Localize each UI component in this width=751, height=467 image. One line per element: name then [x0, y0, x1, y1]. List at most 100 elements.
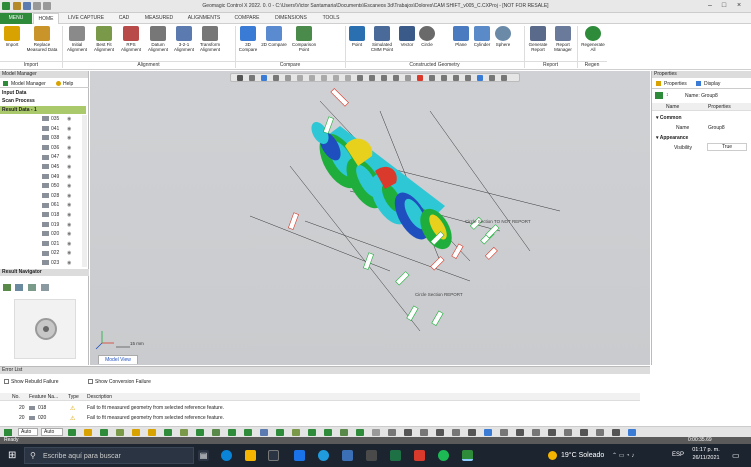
toolbar-tool-icon[interactable]	[340, 429, 348, 436]
model-view-viewport[interactable]: Circle Section TO NOT REPORT Circle Sect…	[90, 71, 650, 365]
comparison-point-button[interactable]: Comparison Point	[289, 26, 319, 52]
visibility-eye-icon[interactable]: ◉	[67, 182, 71, 190]
tree-item[interactable]: 023 ◉	[42, 259, 71, 267]
app-icon[interactable]	[318, 450, 329, 461]
tree-item[interactable]: 035 ◉	[42, 115, 71, 123]
navigator-tool-icon[interactable]	[28, 284, 36, 291]
tab-display[interactable]: Display	[704, 81, 720, 87]
visibility-eye-icon[interactable]: ◉	[67, 134, 71, 142]
toolbar-tool-icon[interactable]	[468, 429, 476, 436]
file-explorer-icon[interactable]	[245, 450, 256, 461]
tab-help[interactable]: Help	[63, 81, 73, 87]
prop-name-value[interactable]: Group8	[708, 125, 725, 131]
filter-dropdown[interactable]: Auto	[41, 428, 63, 436]
toolbar-tool-icon[interactable]	[164, 429, 172, 436]
tab-compare[interactable]: COMPARE	[228, 13, 266, 24]
tree-scrollbar[interactable]	[82, 115, 87, 267]
tab-live-capture[interactable]: LIVE CAPTURE	[62, 13, 110, 24]
toolbar-tool-icon[interactable]	[276, 429, 284, 436]
show-conversion-checkbox[interactable]	[88, 379, 93, 384]
toolbar-tool-icon[interactable]	[484, 429, 492, 436]
visibility-eye-icon[interactable]: ◉	[67, 240, 71, 248]
tray-icons[interactable]: ⌃ ▭ ◔ ♪	[612, 452, 634, 459]
toolbar-tool-icon[interactable]	[292, 429, 300, 436]
toolbar-tool-icon[interactable]	[356, 429, 364, 436]
report-manager-button[interactable]: Report Manager	[551, 26, 575, 52]
maximize-button[interactable]: □	[719, 2, 729, 10]
visibility-eye-icon[interactable]: ◉	[67, 201, 71, 209]
close-button[interactable]: ×	[734, 2, 744, 10]
2d-compare-button[interactable]: 2D Compare	[261, 26, 287, 47]
toolbar-tool-icon[interactable]	[612, 429, 620, 436]
section-input-data[interactable]: Input Data	[2, 90, 26, 96]
tree-item[interactable]: 038 ◉	[42, 134, 71, 142]
app-icon[interactable]	[366, 450, 377, 461]
section-scan-process[interactable]: Scan Process	[2, 98, 35, 104]
toolbar-tool-icon[interactable]	[212, 429, 220, 436]
initial-alignment-button[interactable]: Initial Alignment	[64, 26, 90, 52]
toolbar-tool-icon[interactable]	[260, 429, 268, 436]
toolbar-tool-icon[interactable]	[180, 429, 188, 436]
replace-measured-data-button[interactable]: Replace Measured Data	[24, 26, 60, 52]
tab-menu[interactable]: MENU	[0, 13, 32, 24]
tab-model-manager[interactable]: Model Manager	[11, 81, 46, 87]
tab-alignments[interactable]: ALIGNMENTS	[182, 13, 226, 24]
datum-alignment-button[interactable]: Datum Alignment	[145, 26, 171, 52]
visibility-eye-icon[interactable]: ◉	[67, 230, 71, 238]
toolbar-tool-icon[interactable]	[516, 429, 524, 436]
toolbar-tool-icon[interactable]	[132, 429, 140, 436]
tree-item[interactable]: 050 ◉	[42, 182, 71, 190]
visibility-eye-icon[interactable]: ◉	[67, 249, 71, 257]
notification-icon[interactable]: ▭	[732, 451, 740, 460]
excel-icon[interactable]	[390, 450, 401, 461]
tab-measured[interactable]: MEASURED	[138, 13, 180, 24]
acrobat-icon[interactable]	[414, 450, 425, 461]
taskbar-search[interactable]: ⚲ Escribe aquí para buscar	[24, 447, 194, 464]
cylinder-button[interactable]: Cylinder	[471, 26, 493, 47]
select-mode-icon[interactable]	[4, 429, 12, 436]
toolbar-tool-icon[interactable]	[100, 429, 108, 436]
simulated-cmm-point-button[interactable]: Simulated CMM Point	[368, 26, 396, 52]
toolbar-tool-icon[interactable]	[548, 429, 556, 436]
toolbar-tool-icon[interactable]	[228, 429, 236, 436]
toolbar-tool-icon[interactable]	[436, 429, 444, 436]
plane-button[interactable]: Plane	[452, 26, 470, 47]
tree-item[interactable]: 049 ◉	[42, 173, 71, 181]
tree-item[interactable]: 020 ◉	[42, 230, 71, 238]
toolbar-tool-icon[interactable]	[404, 429, 412, 436]
visibility-eye-icon[interactable]: ◉	[67, 173, 71, 181]
toolbar-tool-icon[interactable]	[388, 429, 396, 436]
visibility-eye-icon[interactable]: ◉	[67, 153, 71, 161]
circle-button[interactable]: Circle	[418, 26, 436, 47]
toolbar-tool-icon[interactable]	[116, 429, 124, 436]
321-alignment-button[interactable]: 3-2-1 Alignment	[172, 26, 196, 52]
windows-start-icon[interactable]: ⊞	[8, 450, 19, 461]
tab-dimensions[interactable]: DIMENSIONS	[268, 13, 314, 24]
task-view-icon[interactable]: ▤	[198, 450, 209, 461]
toolbar-tool-icon[interactable]	[244, 429, 252, 436]
navigator-tool-icon[interactable]	[41, 284, 49, 291]
category-common[interactable]: ▾ Common	[656, 115, 682, 121]
app-icon[interactable]	[342, 450, 353, 461]
toolbar-tool-icon[interactable]	[324, 429, 332, 436]
rps-alignment-button[interactable]: RPS Alignment	[118, 26, 144, 52]
category-appearance[interactable]: ▾ Appearance	[656, 135, 688, 141]
prop-visibility-value[interactable]: True	[707, 143, 747, 151]
toolbar-tool-icon[interactable]	[532, 429, 540, 436]
visibility-eye-icon[interactable]: ◉	[67, 163, 71, 171]
tree-item[interactable]: 041 ◉	[42, 125, 71, 133]
result-navigator-preview[interactable]	[14, 299, 76, 359]
tree-item[interactable]: 028 ◉	[42, 192, 71, 200]
tree-item[interactable]: 018 ◉	[42, 211, 71, 219]
toolbar-tool-icon[interactable]	[84, 429, 92, 436]
sphere-button[interactable]: Sphere	[494, 26, 512, 47]
edge-icon[interactable]	[221, 450, 232, 461]
toolbar-tool-icon[interactable]	[196, 429, 204, 436]
spotify-icon[interactable]	[438, 450, 449, 461]
geomagic-taskbar-icon[interactable]	[462, 450, 473, 461]
filter-dropdown[interactable]: Auto	[18, 428, 38, 436]
tree-item[interactable]: 019 ◉	[42, 221, 71, 229]
best-fit-alignment-button[interactable]: Best Fit Alignment	[91, 26, 117, 52]
tab-home[interactable]: HOME	[33, 13, 59, 24]
tree-item[interactable]: 022 ◉	[42, 249, 71, 257]
